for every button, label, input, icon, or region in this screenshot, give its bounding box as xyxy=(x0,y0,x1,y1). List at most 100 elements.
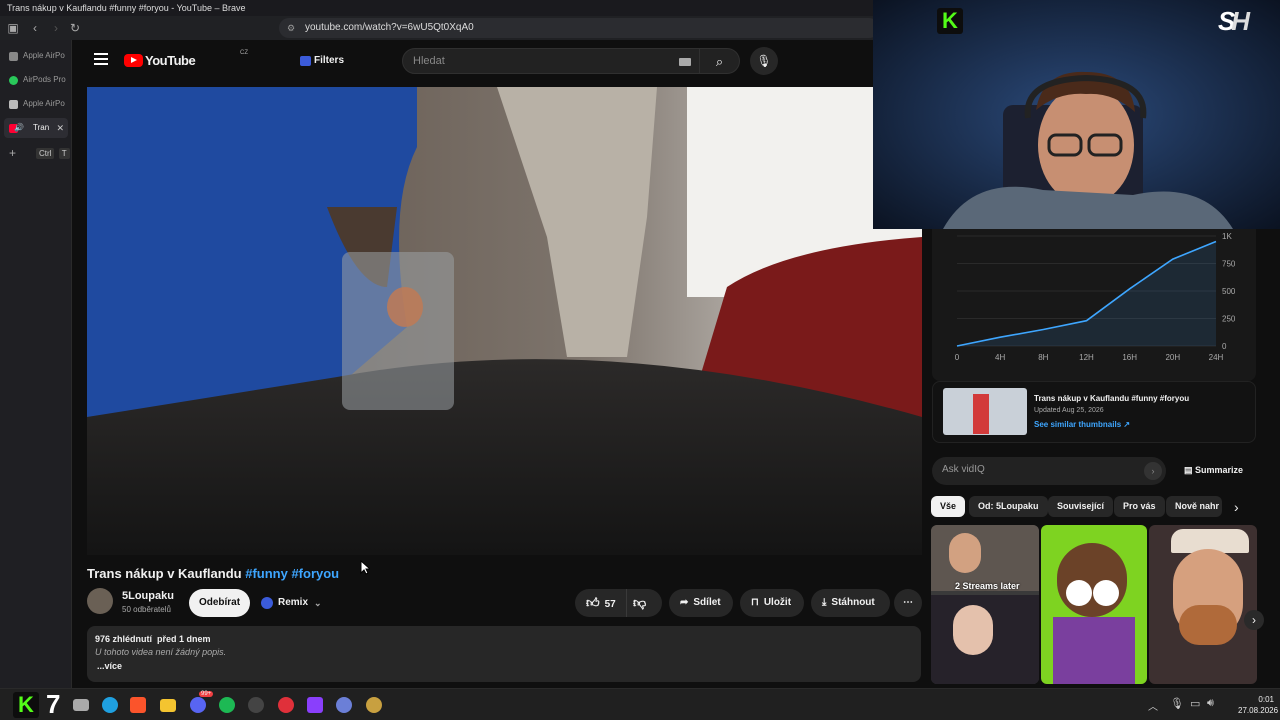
chip-all[interactable]: Vše xyxy=(931,496,966,517)
chip-from-channel[interactable]: Od: 5Loupaku xyxy=(969,496,1048,517)
taskbar: K 7 99+ ︿ 🎙 ▭ 🔊︎ 0:01 27.08.2026 xyxy=(0,688,1280,720)
share-button[interactable]: ➦ Sdílet xyxy=(669,589,733,617)
more-icon: ⋯ xyxy=(903,597,913,608)
share-label: Sdílet xyxy=(693,597,721,608)
notification-badge: 99+ xyxy=(199,691,214,697)
description-box[interactable]: 976 zhlédnutí před 1 dnem U tohoto videa… xyxy=(87,626,921,682)
youtube-wordmark: YouTube xyxy=(145,53,196,68)
remix-label: Remix xyxy=(278,597,309,608)
subscribe-button[interactable]: Odebírat xyxy=(189,589,250,617)
send-icon[interactable]: › xyxy=(1144,462,1162,480)
video-thumbnail[interactable] xyxy=(943,388,1027,435)
mouse-cursor-icon xyxy=(360,560,370,575)
browser-toolbar: ▣ ‹ › ↻ ⚙ youtube.com/watch?v=6wU5Qt0XqA… xyxy=(0,16,879,40)
save-button[interactable]: ⊓ Uložit xyxy=(740,589,804,617)
video-hashtags[interactable]: #funny #foryou xyxy=(245,566,339,581)
chip-for-you[interactable]: Pro vás xyxy=(1114,496,1165,517)
tab-label: Tran xyxy=(33,123,50,132)
show-more-link[interactable]: ...více xyxy=(97,661,122,671)
channel-avatar[interactable] xyxy=(87,588,113,614)
volume-icon[interactable]: 🔊︎ xyxy=(1207,697,1214,710)
shortcut-key: T xyxy=(58,148,70,159)
vidiq-icon xyxy=(300,56,311,66)
edge-icon[interactable] xyxy=(102,697,118,713)
discord-icon[interactable]: 99+ xyxy=(190,691,214,713)
summarize-label: Summarize xyxy=(1195,465,1244,475)
sidebar-toggle-icon[interactable]: ▣ xyxy=(5,20,21,36)
shortcut-key: Ctrl xyxy=(36,148,55,159)
apple-icon xyxy=(9,52,18,61)
back-icon[interactable]: ‹ xyxy=(27,20,43,36)
kick-logo-icon: K xyxy=(13,692,39,718)
chip-label: Související xyxy=(1057,501,1105,511)
microphone-icon[interactable]: 🎙 xyxy=(1170,697,1184,710)
like-button[interactable]: 👍︎ 57 xyxy=(575,589,627,617)
video-player[interactable] xyxy=(87,87,922,555)
remix-button[interactable]: Remix ⌄ xyxy=(256,589,328,617)
thumbs-up-icon: 👍︎ xyxy=(586,595,600,610)
description-text: U tohoto videa není žádný popis. xyxy=(95,647,227,657)
tray-chevron-icon[interactable]: ︿ xyxy=(1148,698,1158,713)
x-tick-label: 16H xyxy=(1122,353,1137,362)
chip-related[interactable]: Související xyxy=(1048,496,1114,517)
chip-label: Od: 5Loupaku xyxy=(978,501,1039,511)
chevron-down-icon[interactable]: ⌄ xyxy=(314,589,322,617)
forward-icon[interactable]: › xyxy=(48,20,64,36)
app-icon[interactable] xyxy=(336,697,352,713)
keyboard-icon[interactable] xyxy=(679,58,691,66)
ask-vidiq-input[interactable]: Ask vidIQ › xyxy=(932,457,1166,485)
folder-icon[interactable] xyxy=(160,699,176,712)
audio-icon[interactable]: 🔊 xyxy=(14,118,24,138)
network-icon[interactable]: ▭ xyxy=(1190,697,1200,710)
dislike-button[interactable]: 👎︎ xyxy=(633,589,659,617)
task-view-icon[interactable] xyxy=(73,699,89,711)
address-bar[interactable]: ⚙ youtube.com/watch?v=6wU5Qt0XqA0 xyxy=(279,18,879,38)
vidiq-icon xyxy=(261,597,273,609)
tab-item-active[interactable]: Tran 🔊 ✕ xyxy=(4,118,68,138)
hamburger-menu-icon[interactable] xyxy=(94,53,108,65)
filters-button[interactable]: Filters xyxy=(296,50,350,72)
url-text: youtube.com/watch?v=6wU5Qt0XqA0 xyxy=(305,22,474,33)
spotify-icon[interactable] xyxy=(219,697,235,713)
app-grid-icon[interactable] xyxy=(307,697,323,713)
short-thumbnail[interactable] xyxy=(1149,525,1257,684)
tab-item[interactable]: AirPods Pro xyxy=(4,70,68,90)
tab-item[interactable]: Apple AirPo xyxy=(4,46,68,66)
short-thumbnail[interactable]: 2 Streams later xyxy=(931,525,1039,684)
overlay-badge: 7 xyxy=(46,689,61,719)
shelf-next-icon[interactable]: › xyxy=(1244,610,1264,630)
chip-recently-uploaded[interactable]: Nově nahr xyxy=(1166,496,1222,517)
app-icon[interactable] xyxy=(366,697,382,713)
new-tab-shortcut: Ctrl T xyxy=(36,148,70,159)
subscriber-count: 50 odběratelů xyxy=(122,605,171,614)
filters-label: Filters xyxy=(314,55,345,66)
site-info-icon[interactable]: ⚙ xyxy=(287,18,295,38)
download-button[interactable]: ⤓ Stáhnout xyxy=(811,589,890,617)
microphone-icon: 🎙 xyxy=(756,54,772,68)
clock[interactable]: 0:01 27.08.2026 xyxy=(1238,694,1278,716)
close-tab-icon[interactable]: ✕ xyxy=(56,118,64,138)
voice-search-button[interactable]: 🎙 xyxy=(750,47,778,75)
short-thumbnail[interactable] xyxy=(1041,525,1147,684)
chip-label: Nově nahr xyxy=(1175,501,1220,511)
reload-icon[interactable]: ↻ xyxy=(67,20,83,36)
summarize-button[interactable]: ▤ Summarize xyxy=(1184,465,1243,476)
more-actions-button[interactable]: ⋯ xyxy=(894,589,922,617)
channel-name[interactable]: 5Loupaku xyxy=(122,590,174,602)
search-input[interactable]: Hledat xyxy=(402,48,700,74)
x-tick-label: 0 xyxy=(955,353,960,362)
new-tab-icon[interactable]: + xyxy=(9,146,16,160)
brave-icon[interactable] xyxy=(130,697,146,713)
app-icon[interactable] xyxy=(278,697,294,713)
y-tick-label: 0 xyxy=(1222,342,1227,351)
x-tick-label: 4H xyxy=(995,353,1005,362)
search-button[interactable]: ⌕ xyxy=(700,48,740,74)
similar-thumbnails-link[interactable]: See similar thumbnails ↗ xyxy=(1034,420,1130,429)
chips-next-icon[interactable]: › xyxy=(1234,499,1239,515)
tab-item[interactable]: Apple AirPo xyxy=(4,94,68,114)
kick-logo-icon: K xyxy=(937,8,963,34)
steam-icon[interactable] xyxy=(248,697,264,713)
y-tick-label: 1K xyxy=(1222,232,1232,241)
save-label: Uložit xyxy=(763,597,792,608)
bookmark-icon: ⊓ xyxy=(751,597,759,608)
